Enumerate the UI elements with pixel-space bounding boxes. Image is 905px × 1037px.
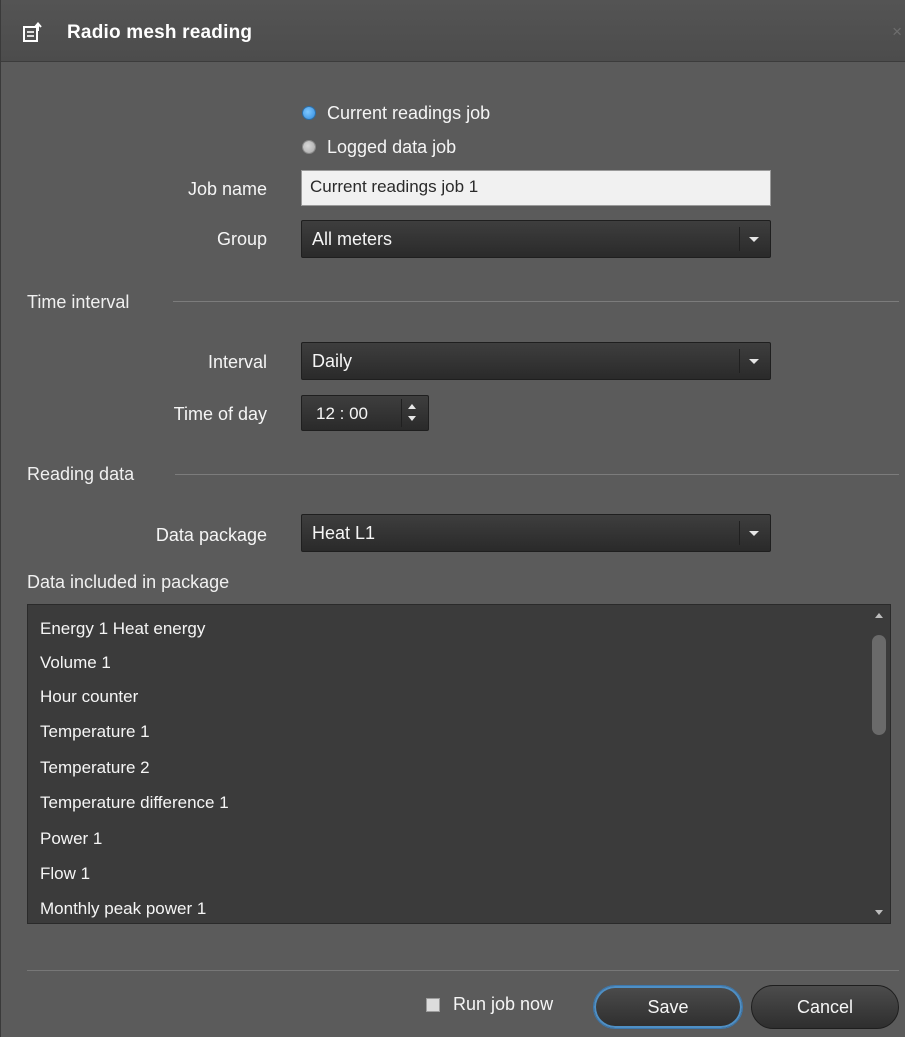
run-job-now-checkbox[interactable] bbox=[426, 998, 440, 1012]
dropdown-button[interactable] bbox=[739, 521, 766, 545]
section-divider bbox=[173, 301, 899, 302]
scroll-down-icon[interactable] bbox=[875, 910, 883, 915]
interval-dropdown[interactable]: Daily bbox=[301, 342, 771, 380]
run-job-now-label: Run job now bbox=[453, 994, 554, 1014]
data-package-dropdown-value: Heat L1 bbox=[312, 523, 376, 543]
job-name-input[interactable]: Current readings job 1 bbox=[301, 170, 771, 206]
title-bar: Radio mesh reading × bbox=[1, 0, 905, 62]
save-button[interactable]: Save bbox=[593, 985, 743, 1029]
cancel-button[interactable]: Cancel bbox=[751, 985, 899, 1029]
list-item[interactable]: Temperature 1 bbox=[40, 722, 150, 742]
list-item[interactable]: Volume 1 bbox=[40, 653, 111, 673]
export-icon bbox=[23, 21, 43, 42]
dropdown-button[interactable] bbox=[739, 227, 766, 251]
list-item[interactable]: Temperature 2 bbox=[40, 758, 150, 778]
close-icon[interactable]: × bbox=[892, 22, 902, 42]
group-dropdown-value: All meters bbox=[312, 229, 393, 249]
list-item[interactable]: Monthly peak power 1 bbox=[40, 899, 206, 919]
interval-label: Interval bbox=[207, 352, 267, 372]
list-item[interactable]: Energy 1 Heat energy bbox=[40, 619, 205, 639]
interval-dropdown-value: Daily bbox=[312, 351, 353, 371]
chevron-down-icon bbox=[749, 359, 759, 364]
list-item[interactable]: Hour counter bbox=[40, 687, 138, 707]
chevron-down-icon bbox=[749, 531, 759, 536]
radio-current-readings-job[interactable]: Current readings job bbox=[303, 100, 490, 126]
radio-selected-icon[interactable] bbox=[303, 107, 315, 119]
job-name-label: Job name bbox=[187, 179, 267, 199]
time-of-day-value: 12 : 00 bbox=[316, 404, 368, 423]
group-dropdown[interactable]: All meters bbox=[301, 220, 771, 258]
data-included-list[interactable]: Energy 1 Heat energy Volume 1 Hour count… bbox=[27, 604, 891, 924]
time-of-day-label: Time of day bbox=[173, 404, 267, 424]
dropdown-button[interactable] bbox=[739, 349, 766, 373]
list-item[interactable]: Flow 1 bbox=[40, 864, 90, 884]
radio-label: Logged data job bbox=[327, 136, 457, 157]
spin-up-icon[interactable] bbox=[408, 404, 416, 409]
radio-mesh-reading-dialog: Radio mesh reading × Current readings jo… bbox=[0, 0, 905, 1037]
window-title: Radio mesh reading bbox=[67, 22, 253, 43]
radio-logged-data-job[interactable]: Logged data job bbox=[303, 134, 456, 160]
chevron-down-icon bbox=[749, 237, 759, 242]
scroll-thumb[interactable] bbox=[872, 635, 886, 735]
list-item[interactable]: Temperature difference 1 bbox=[40, 793, 229, 813]
section-divider bbox=[175, 474, 899, 475]
reading-data-section-title: Reading data bbox=[27, 464, 135, 484]
time-of-day-spinner[interactable]: 12 : 00 bbox=[301, 395, 429, 431]
list-scrollbar[interactable] bbox=[868, 605, 890, 923]
footer-divider bbox=[27, 970, 899, 971]
data-package-dropdown[interactable]: Heat L1 bbox=[301, 514, 771, 552]
spin-down-icon[interactable] bbox=[408, 416, 416, 421]
scroll-up-icon[interactable] bbox=[875, 613, 883, 618]
data-package-label: Data package bbox=[155, 525, 267, 545]
spinner-buttons bbox=[401, 399, 424, 427]
radio-unselected-icon[interactable] bbox=[303, 141, 315, 153]
group-label: Group bbox=[216, 229, 267, 249]
time-interval-section-title: Time interval bbox=[27, 292, 130, 312]
data-included-label: Data included in package bbox=[27, 572, 230, 592]
radio-label: Current readings job bbox=[327, 102, 491, 123]
list-item[interactable]: Power 1 bbox=[40, 829, 102, 849]
